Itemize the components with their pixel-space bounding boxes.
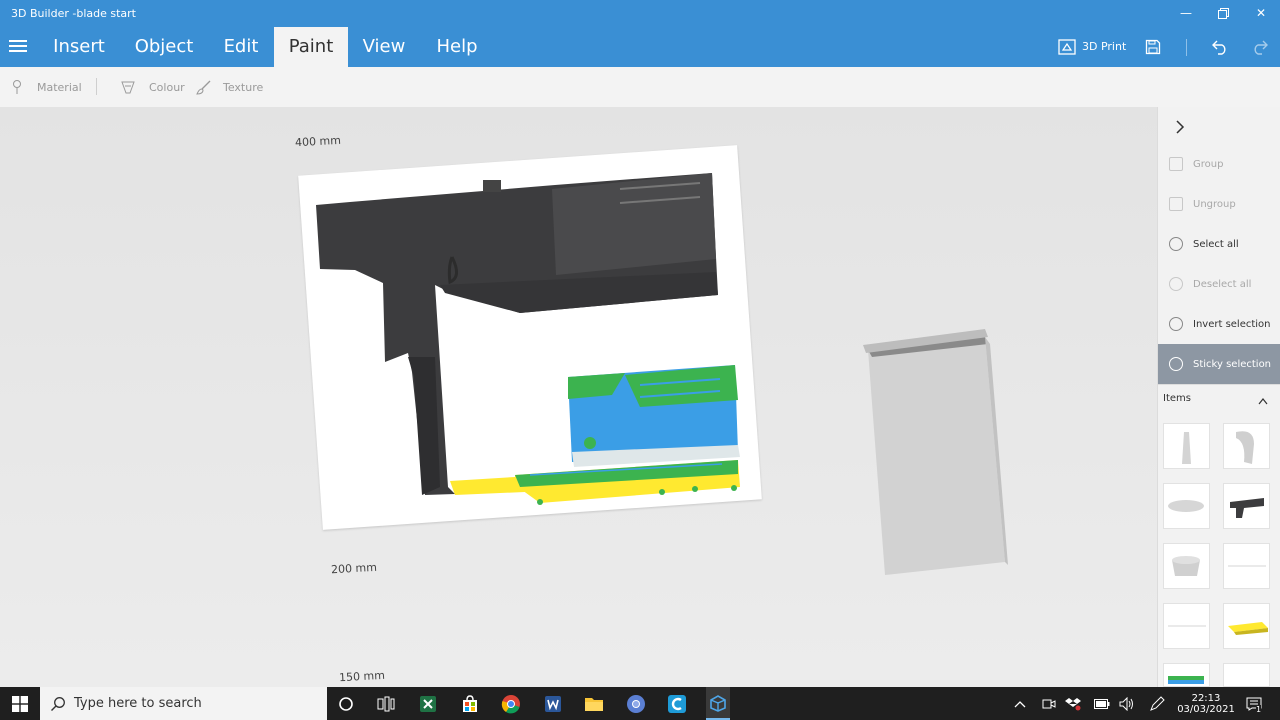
item-thumbnail[interactable]	[1223, 423, 1270, 469]
grey-box-model[interactable]	[863, 329, 1008, 575]
chromium-icon[interactable]	[624, 692, 648, 716]
tab-help[interactable]: Help	[426, 27, 488, 67]
group-icon	[1169, 157, 1183, 171]
search-icon	[51, 696, 65, 711]
clock[interactable]: 22:13 03/03/2021	[1177, 687, 1235, 720]
item-thumbnail[interactable]	[1163, 543, 1210, 589]
pen-workspace-icon[interactable]	[1149, 687, 1165, 720]
file-explorer-icon[interactable]	[582, 692, 606, 716]
sticky-selection-label: Sticky selection	[1193, 358, 1272, 370]
redo-button[interactable]	[1251, 27, 1269, 67]
group-label: Group	[1193, 158, 1224, 170]
colour-label: Colour	[149, 80, 185, 94]
menu-ribbon: Insert Object Edit Paint View Help 3D Pr…	[0, 27, 1280, 67]
printer-3d-icon	[1058, 39, 1076, 55]
item-thumbnail[interactable]	[1223, 543, 1270, 589]
deselect-all-button[interactable]: Deselect all	[1158, 264, 1280, 304]
clock-date: 03/03/2021	[1177, 703, 1235, 715]
chevron-right-icon[interactable]	[1170, 117, 1190, 137]
deselect-all-label: Deselect all	[1193, 278, 1252, 290]
window-title: 3D Builder -blade start	[11, 7, 136, 20]
maximize-icon[interactable]	[1208, 4, 1238, 24]
item-thumbnail[interactable]	[1223, 663, 1270, 687]
volume-icon[interactable]	[1119, 687, 1135, 720]
items-label: Items	[1163, 393, 1191, 404]
taskbar-search-box[interactable]: Type here to search	[40, 687, 327, 720]
ungroup-icon	[1169, 197, 1183, 211]
meet-now-icon[interactable]	[1042, 687, 1056, 720]
texture-brush-icon	[196, 80, 211, 95]
chrome-icon[interactable]	[499, 692, 523, 716]
battery-icon[interactable]	[1094, 687, 1110, 720]
ribbon-separator	[1186, 39, 1187, 56]
toolbar-separator	[96, 78, 97, 95]
notification-count: 1	[1256, 705, 1262, 714]
coloured-blade-model[interactable]	[450, 365, 740, 505]
select-all-label: Select all	[1193, 238, 1239, 250]
3d-builder-taskbar-icon[interactable]	[706, 687, 730, 720]
invert-selection-icon	[1169, 317, 1183, 331]
chevron-up-icon[interactable]	[1258, 397, 1268, 405]
title-bar: 3D Builder -blade start — ✕	[0, 0, 1280, 27]
ungroup-label: Ungroup	[1193, 198, 1236, 210]
hamburger-menu-icon[interactable]	[9, 40, 27, 54]
ungroup-button[interactable]: Ungroup	[1158, 184, 1280, 224]
invert-selection-label: Invert selection	[1193, 318, 1271, 330]
material-label: Material	[37, 80, 82, 94]
material-button[interactable]: Material	[10, 79, 82, 95]
clock-time: 22:13	[1191, 692, 1221, 704]
selection-panel: Group Ungroup Select all Deselect all In…	[1157, 107, 1280, 687]
tab-paint[interactable]: Paint	[274, 27, 348, 67]
texture-label: Texture	[223, 80, 264, 94]
item-thumbnail[interactable]	[1163, 483, 1210, 529]
3d-viewport[interactable]: 400 mm 200 mm 150 mm	[0, 107, 1157, 687]
close-icon[interactable]: ✕	[1246, 4, 1276, 24]
items-header[interactable]: Items	[1158, 384, 1280, 408]
material-brush-icon	[13, 80, 21, 94]
sticky-selection-icon	[1169, 357, 1183, 371]
tab-insert[interactable]: Insert	[43, 27, 115, 67]
undo-button[interactable]	[1211, 27, 1229, 67]
item-thumbnail[interactable]	[1223, 603, 1270, 649]
word-icon[interactable]	[541, 692, 565, 716]
excel-icon[interactable]	[416, 692, 440, 716]
item-thumbnail[interactable]	[1223, 483, 1270, 529]
app-c-icon[interactable]	[665, 692, 689, 716]
undo-icon	[1212, 40, 1226, 55]
save-icon	[1145, 39, 1161, 55]
3d-print-button[interactable]: 3D Print	[1058, 27, 1126, 67]
cortana-icon[interactable]	[334, 692, 358, 716]
paint-bucket-icon	[121, 81, 135, 94]
select-all-button[interactable]: Select all	[1158, 224, 1280, 264]
paint-toolbar: Material Colour Texture	[0, 67, 1280, 107]
save-button[interactable]	[1145, 27, 1161, 67]
notifications-button[interactable]: 1	[1246, 687, 1262, 720]
tab-view[interactable]: View	[356, 27, 412, 67]
dropbox-icon[interactable]	[1065, 687, 1081, 720]
windows-taskbar: Type here to search 22:13 03/03/2021 1	[0, 687, 1280, 720]
deselect-all-icon	[1169, 277, 1183, 291]
tab-object[interactable]: Object	[124, 27, 204, 67]
redo-icon	[1254, 40, 1268, 55]
3d-print-label: 3D Print	[1082, 40, 1127, 53]
minimize-icon[interactable]: —	[1171, 4, 1201, 24]
search-placeholder: Type here to search	[74, 696, 202, 711]
task-view-icon[interactable]	[374, 692, 398, 716]
item-thumbnail[interactable]	[1163, 423, 1210, 469]
texture-button[interactable]: Texture	[196, 79, 263, 95]
store-icon[interactable]	[458, 692, 482, 716]
item-thumbnail[interactable]	[1163, 663, 1210, 687]
show-hidden-icons[interactable]	[1014, 687, 1026, 720]
sticky-selection-button[interactable]: Sticky selection	[1158, 344, 1280, 384]
scene-models	[316, 173, 1008, 575]
invert-selection-button[interactable]: Invert selection	[1158, 304, 1280, 344]
colour-button[interactable]: Colour	[120, 79, 185, 95]
select-all-icon	[1169, 237, 1183, 251]
chevron-up-icon	[1014, 700, 1026, 707]
tab-edit[interactable]: Edit	[214, 27, 268, 67]
group-button[interactable]: Group	[1158, 144, 1280, 184]
windows-start-icon[interactable]	[8, 692, 32, 716]
item-thumbnail[interactable]	[1163, 603, 1210, 649]
